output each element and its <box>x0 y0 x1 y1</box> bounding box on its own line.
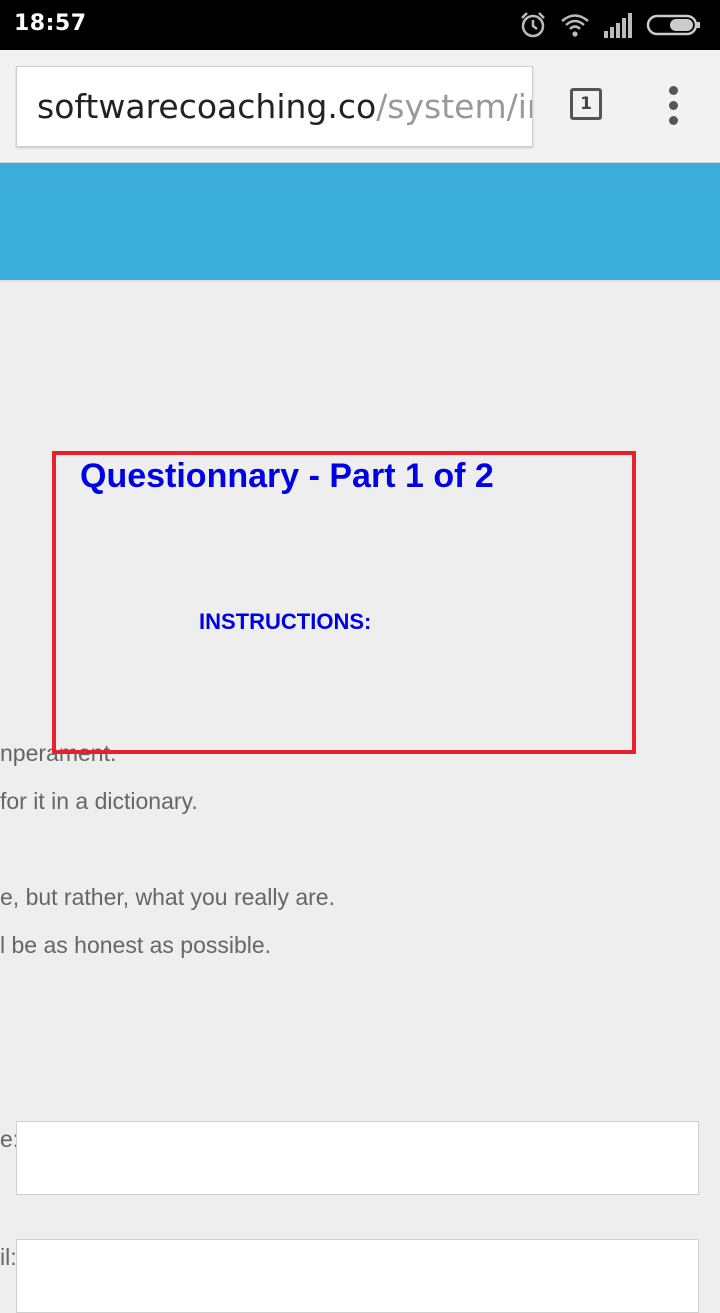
email-field[interactable] <box>16 1239 699 1313</box>
instruction-line: l be as honest as possible. <box>0 932 272 958</box>
signal-icon <box>604 13 632 38</box>
alarm-icon <box>521 12 545 38</box>
url-text: softwarecoaching.co/system/ir <box>37 87 533 127</box>
url-host: softwarecoaching.co <box>37 87 377 126</box>
status-time: 18:57 <box>14 11 87 36</box>
instruction-line: for it in a dictionary. <box>0 788 198 814</box>
wifi-icon <box>561 14 589 37</box>
status-bar: 18:57 <box>0 0 720 50</box>
instruction-line: e, but rather, what you really are. <box>0 884 335 910</box>
url-path: /system/ir <box>376 87 533 126</box>
overflow-menu-icon[interactable] <box>664 86 684 126</box>
browser-toolbar: softwarecoaching.co/system/ir 1 <box>0 50 720 163</box>
site-header <box>0 163 720 280</box>
name-field[interactable] <box>16 1121 699 1195</box>
page-content: Questionnary - Part 1 of 2 INSTRUCTIONS:… <box>0 282 720 1313</box>
battery-icon <box>646 14 700 36</box>
address-bar[interactable]: softwarecoaching.co/system/ir <box>16 66 533 147</box>
highlight-box <box>52 451 636 754</box>
email-field-label: il: <box>0 1244 17 1270</box>
tab-switcher-button[interactable]: 1 <box>570 88 602 120</box>
